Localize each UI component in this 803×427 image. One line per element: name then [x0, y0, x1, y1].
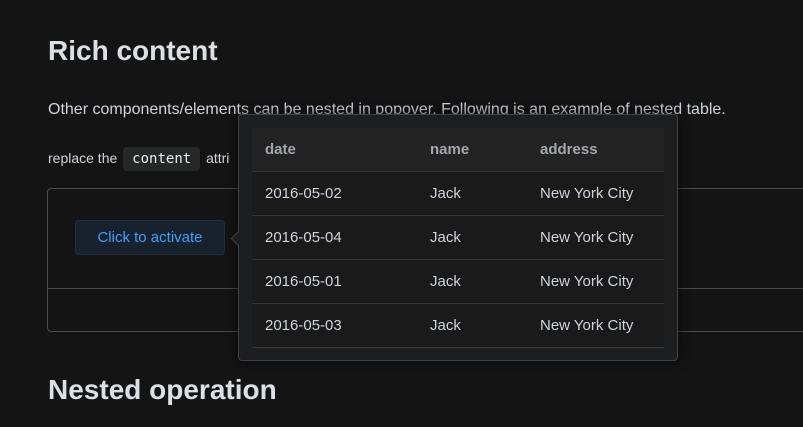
cell-date: 2016-05-03	[265, 317, 342, 334]
replace-hint-suffix: attri	[206, 150, 230, 166]
column-header-date[interactable]: date	[265, 128, 296, 172]
column-header-address[interactable]: address	[540, 128, 598, 172]
cell-name: Jack	[430, 317, 461, 334]
cell-date: 2016-05-01	[265, 273, 342, 290]
section-title-rich-content: Rich content	[48, 35, 218, 66]
cell-name: Jack	[430, 229, 461, 246]
replace-hint-prefix: replace the	[48, 150, 118, 166]
table-header: date name address	[252, 128, 664, 172]
column-header-name[interactable]: name	[430, 128, 469, 172]
content-code: content	[123, 147, 201, 171]
page: Rich content Other components/elements c…	[0, 0, 803, 427]
cell-date: 2016-05-04	[265, 229, 342, 246]
section-title-nested-operation: Nested operation	[48, 374, 277, 405]
cell-address: New York City	[540, 273, 634, 290]
cell-date: 2016-05-02	[265, 185, 342, 202]
click-to-activate-button[interactable]: Click to activate	[75, 220, 225, 255]
cell-name: Jack	[430, 273, 461, 290]
cell-name: Jack	[430, 185, 461, 202]
popover: date name address 2016-05-02 Jack New Yo…	[230, 114, 678, 361]
table-row[interactable]: 2016-05-01 Jack New York City	[252, 260, 664, 304]
cell-address: New York City	[540, 185, 634, 202]
cell-address: New York City	[540, 317, 634, 334]
nested-table: date name address 2016-05-02 Jack New Yo…	[252, 128, 664, 348]
table-row[interactable]: 2016-05-02 Jack New York City	[252, 172, 664, 216]
replace-hint: replace the content attri	[48, 146, 229, 171]
table-row[interactable]: 2016-05-03 Jack New York City	[252, 304, 664, 348]
table-row[interactable]: 2016-05-04 Jack New York City	[252, 216, 664, 260]
cell-address: New York City	[540, 229, 634, 246]
